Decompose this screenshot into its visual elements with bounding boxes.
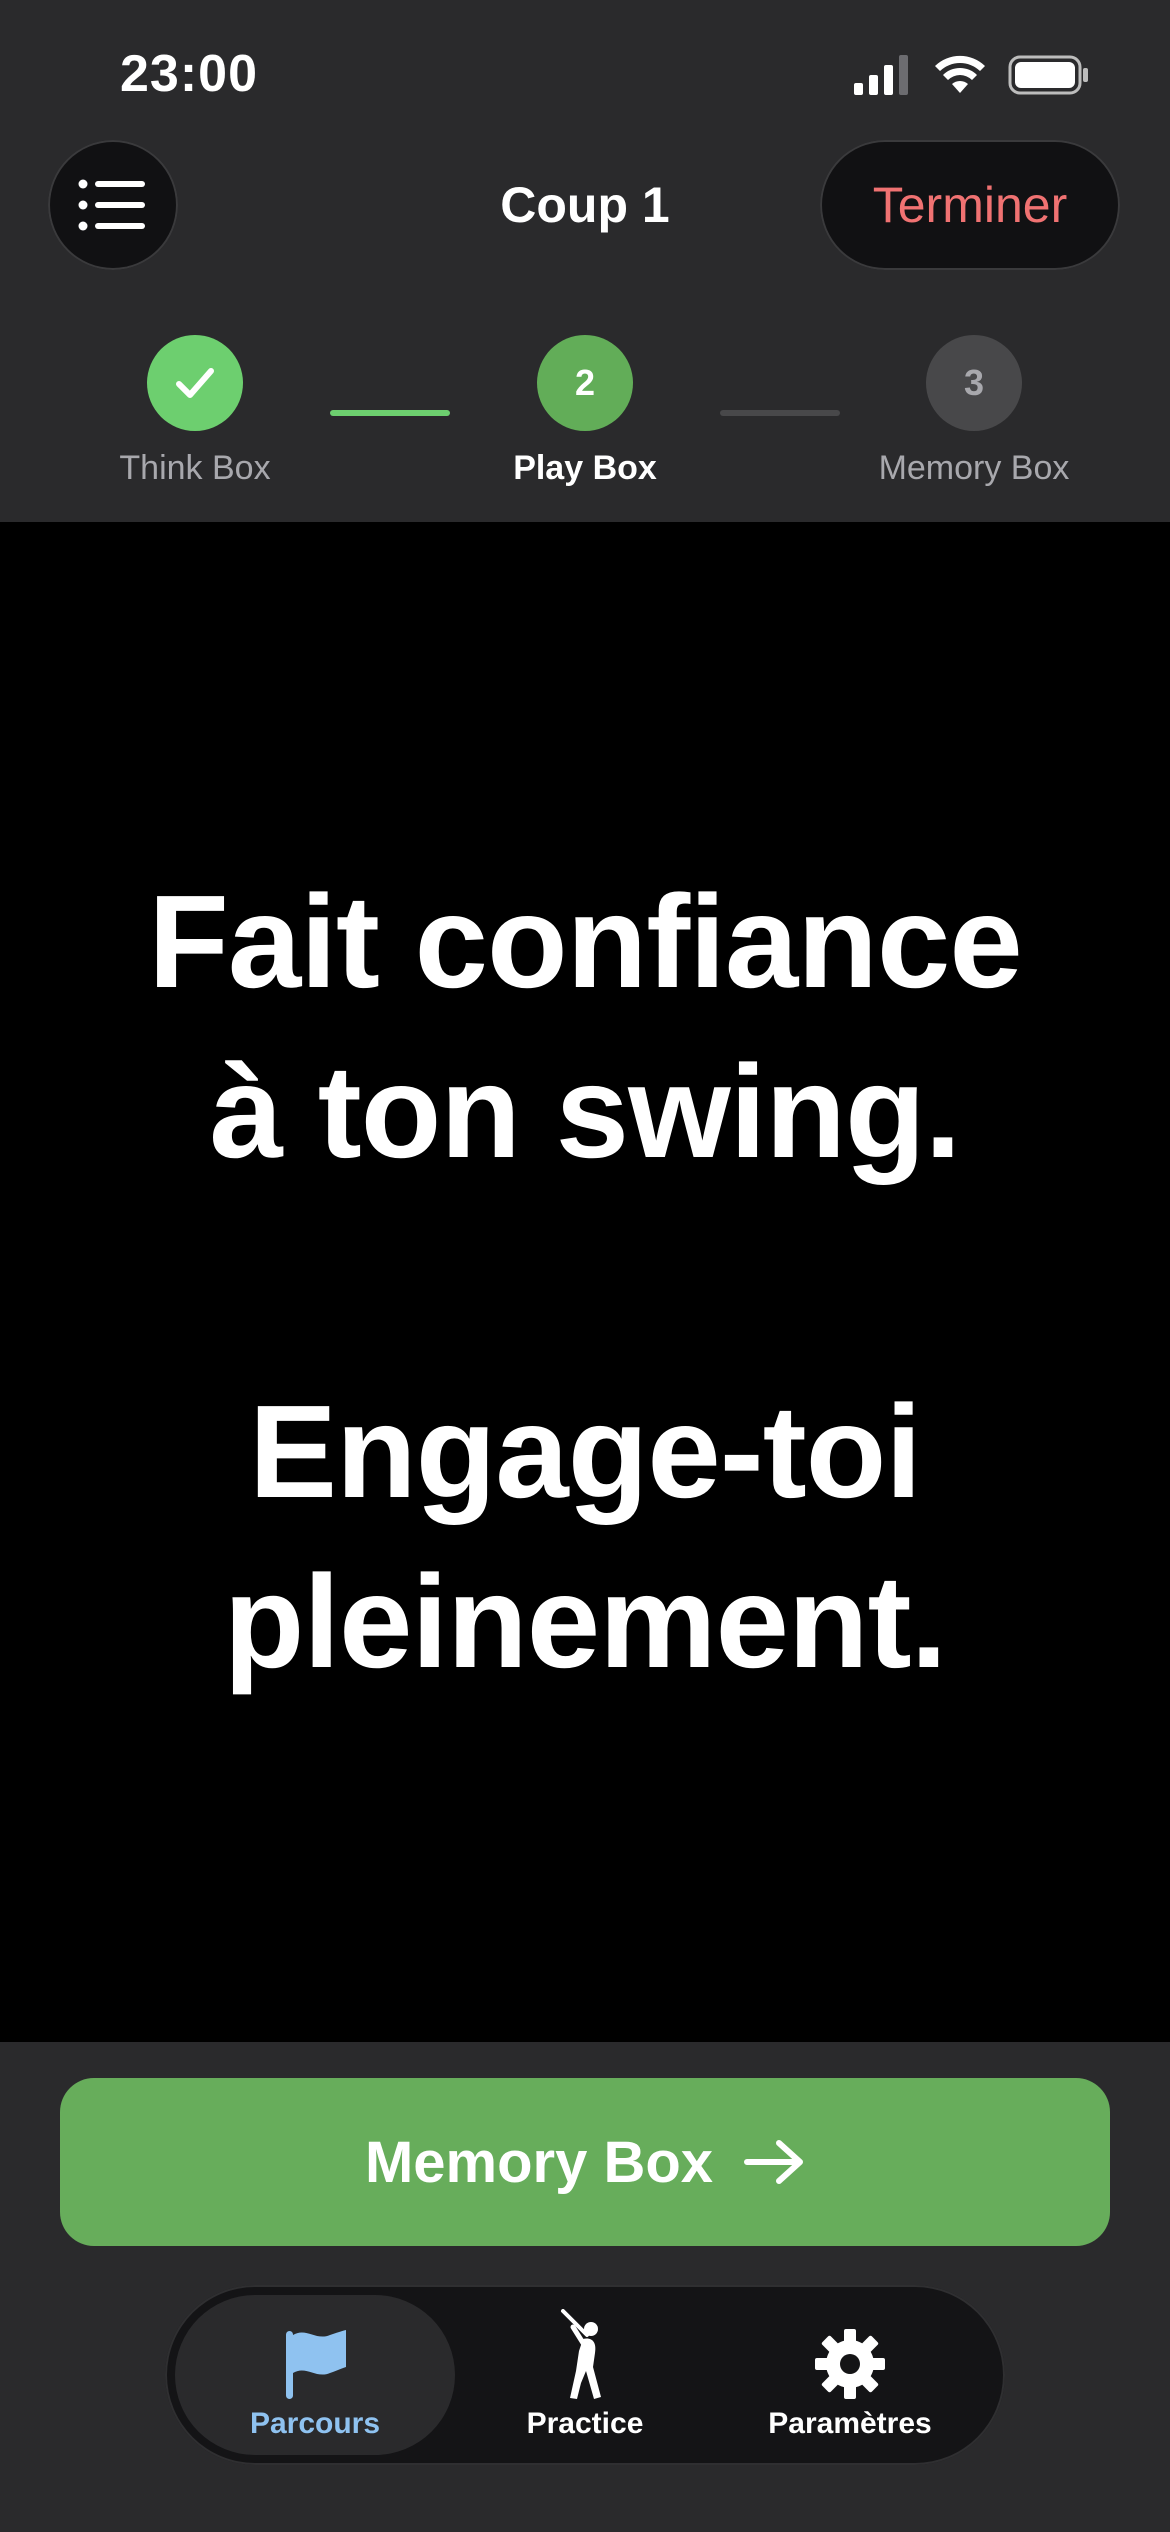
checkmark-icon bbox=[176, 368, 214, 398]
flag-icon bbox=[286, 2330, 346, 2399]
tab-label: Practice bbox=[526, 2407, 644, 2440]
step-done-circle bbox=[147, 335, 243, 431]
step-connector-pending bbox=[720, 410, 840, 416]
step-number: 3 bbox=[926, 335, 1022, 431]
status-bar: 23:00 bbox=[0, 0, 1170, 140]
step-number: 2 bbox=[537, 335, 633, 431]
quote-line: à ton swing. bbox=[209, 1038, 962, 1185]
status-time: 23:00 bbox=[120, 45, 258, 103]
tab-parametres[interactable]: Paramètres bbox=[710, 2295, 990, 2455]
quote-line: Fait confiance bbox=[148, 868, 1023, 1015]
status-icons bbox=[852, 55, 1090, 95]
step-connector-done bbox=[330, 410, 450, 416]
tab-bar: Parcours Practice Paramètres bbox=[165, 2285, 1005, 2465]
step-play-box: 2 Play Box bbox=[435, 335, 735, 488]
quote-commit: Engage-toi pleinement. bbox=[223, 1367, 947, 1707]
step-label: Play Box bbox=[513, 449, 657, 487]
step-think-box: Think Box bbox=[45, 335, 345, 488]
gear-icon bbox=[815, 2329, 885, 2399]
tab-practice[interactable]: Practice bbox=[445, 2295, 725, 2455]
tab-parcours[interactable]: Parcours bbox=[175, 2295, 455, 2455]
battery-icon bbox=[1008, 55, 1088, 95]
step-label: Think Box bbox=[119, 449, 271, 487]
signal-icon bbox=[854, 55, 908, 95]
memory-box-button-label: Memory Box bbox=[364, 2129, 714, 2195]
memory-box-button[interactable]: Memory Box bbox=[60, 2078, 1110, 2246]
wifi-icon bbox=[935, 55, 985, 93]
quote-trust: Fait confiance à ton swing. bbox=[148, 857, 1023, 1197]
play-box-panel: Fait confiance à ton swing. Engage-toi p… bbox=[0, 522, 1170, 2042]
step-label: Memory Box bbox=[878, 449, 1070, 487]
top-bar: Coup 1 Terminer bbox=[0, 140, 1170, 280]
tab-label: Paramètres bbox=[768, 2407, 932, 2440]
arrow-right-icon bbox=[744, 2140, 804, 2184]
tab-label: Parcours bbox=[249, 2407, 381, 2440]
quote-line: pleinement. bbox=[223, 1548, 947, 1695]
golfer-icon bbox=[561, 2309, 601, 2399]
step-progress: Think Box 2 Play Box 3 Memory Box bbox=[0, 335, 1170, 495]
end-button[interactable]: Terminer bbox=[820, 140, 1120, 270]
quote-line: Engage-toi bbox=[249, 1378, 922, 1525]
step-memory-box: 3 Memory Box bbox=[824, 335, 1124, 488]
